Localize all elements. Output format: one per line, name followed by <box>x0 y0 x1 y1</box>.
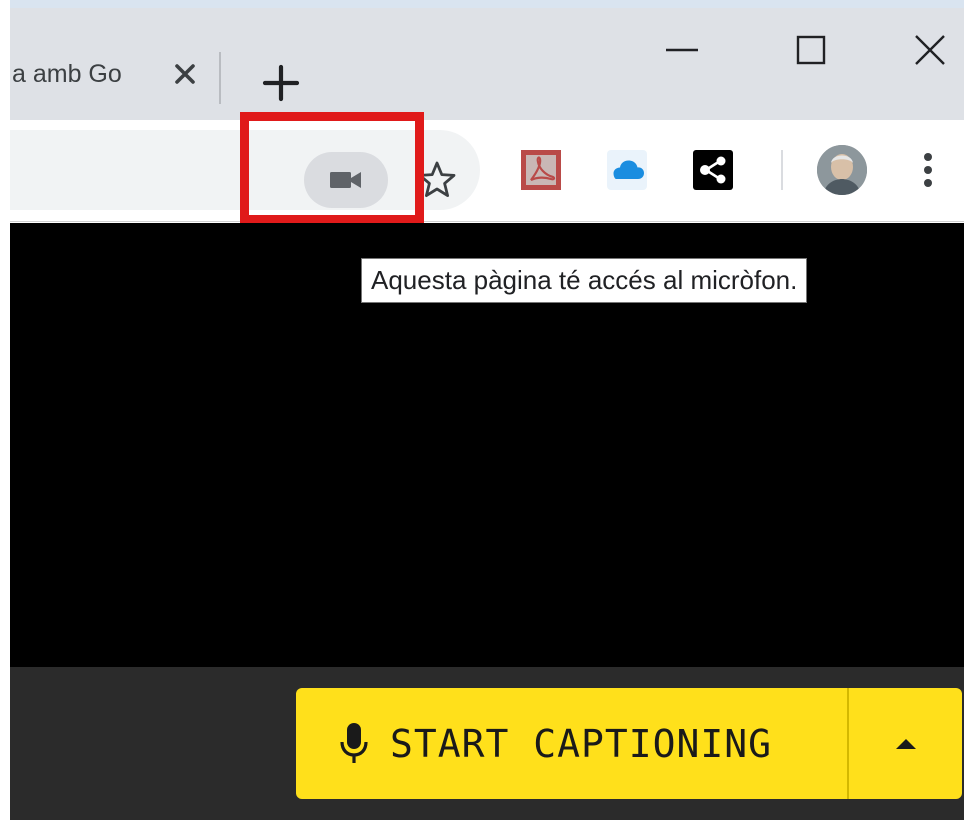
browser-menu-button[interactable] <box>910 148 946 192</box>
microphone-icon <box>340 722 368 763</box>
start-captioning-split-button: START CAPTIONING <box>296 688 962 799</box>
user-photo-icon <box>817 145 867 195</box>
plus-icon <box>262 64 300 102</box>
start-captioning-button[interactable]: START CAPTIONING <box>296 688 849 799</box>
tab-separator <box>219 52 221 104</box>
new-tab-button[interactable] <box>258 60 304 106</box>
close-window-button[interactable] <box>906 26 954 74</box>
minimize-button[interactable] <box>658 26 706 74</box>
pdf-extension-button[interactable] <box>521 150 561 190</box>
microphone-access-tooltip: Aquesta pàgina té accés al micròfon. <box>361 258 808 303</box>
tab-title: a amb Go <box>12 59 122 88</box>
star-icon <box>418 161 456 197</box>
bookmark-star-button[interactable] <box>415 158 459 202</box>
video-camera-icon <box>330 172 361 188</box>
minimize-icon <box>666 48 698 52</box>
browser-toolbar <box>10 120 964 222</box>
camera-indicator-button[interactable] <box>304 152 388 208</box>
caret-up-icon <box>895 738 916 749</box>
window-top-border <box>10 0 964 8</box>
start-captioning-label: START CAPTIONING <box>390 721 773 766</box>
close-icon <box>915 35 945 65</box>
tab-strip: a amb Go <box>10 8 964 120</box>
tab-close-icon[interactable] <box>167 56 203 92</box>
profile-avatar[interactable] <box>817 145 867 195</box>
share-extension-button[interactable] <box>693 150 733 190</box>
cloud-extension-button[interactable] <box>607 150 647 190</box>
pdf-icon <box>521 150 561 190</box>
share-icon <box>693 150 733 190</box>
more-vert-icon <box>924 153 932 187</box>
toolbar-separator <box>781 150 783 190</box>
maximize-icon <box>796 35 826 65</box>
maximize-button[interactable] <box>788 26 836 74</box>
window-left-edge <box>0 0 10 820</box>
address-bar[interactable] <box>10 130 480 210</box>
cloud-icon <box>607 150 647 190</box>
browser-tab[interactable]: a amb Go <box>10 44 210 104</box>
caption-options-toggle[interactable] <box>849 688 962 799</box>
caption-bar: START CAPTIONING <box>10 667 964 820</box>
